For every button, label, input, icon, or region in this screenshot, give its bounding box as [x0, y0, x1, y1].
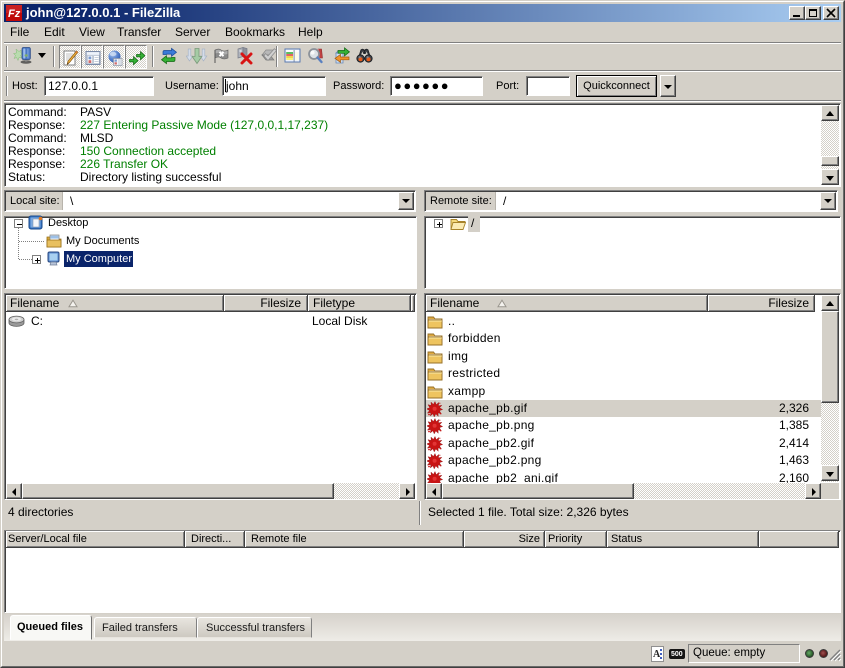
- svg-text:A: A: [653, 649, 661, 660]
- svg-text:Fz: Fz: [8, 8, 21, 20]
